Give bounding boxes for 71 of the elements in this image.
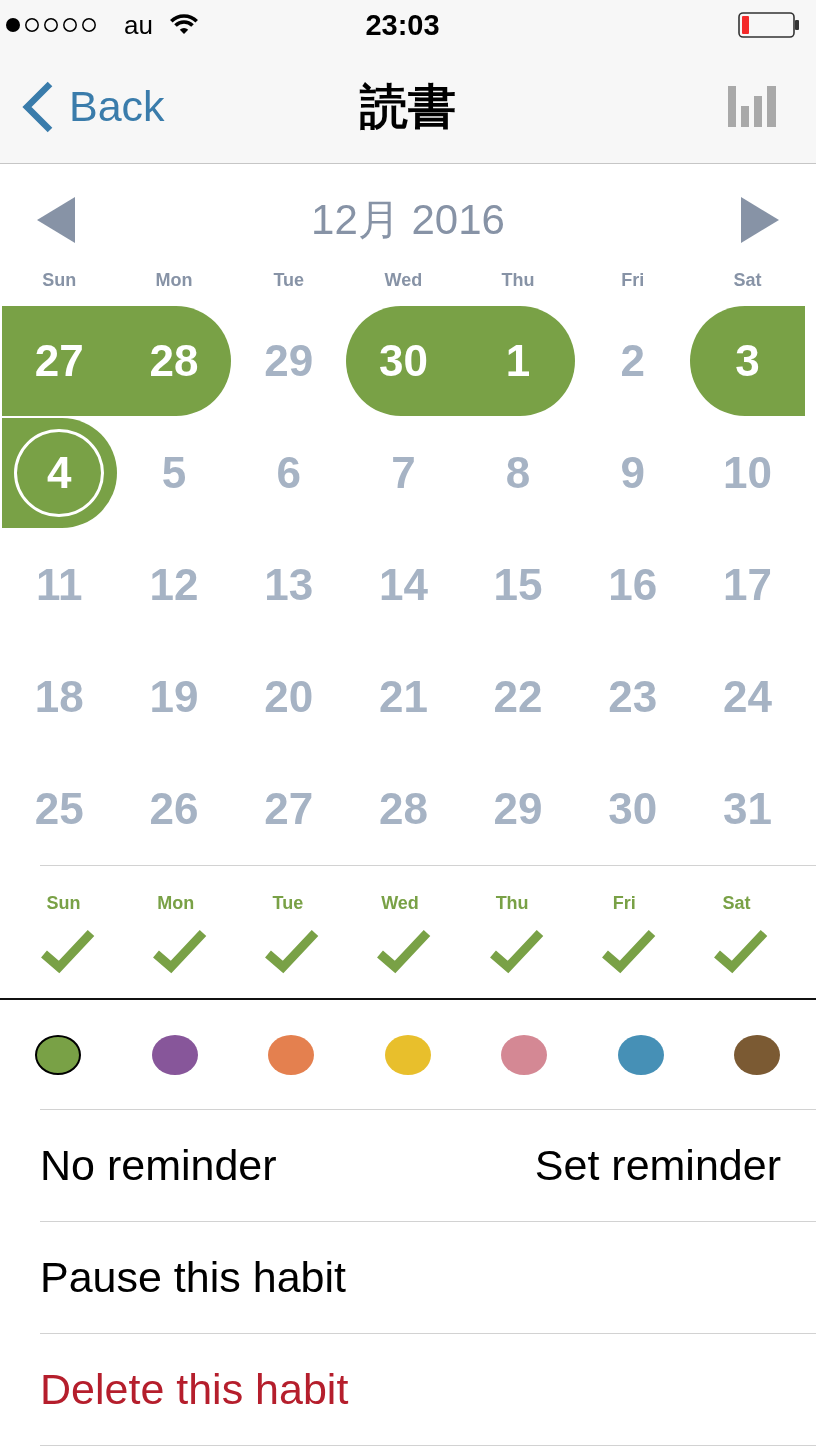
battery-icon bbox=[738, 12, 800, 38]
calendar-day[interactable]: 19 bbox=[116, 642, 232, 752]
calendar-day[interactable]: 4 bbox=[2, 418, 117, 528]
color-swatch-icon[interactable] bbox=[35, 1034, 82, 1075]
delete-action-button[interactable]: Delete this habit bbox=[40, 1365, 349, 1414]
color-swatch-icon[interactable] bbox=[617, 1034, 664, 1075]
menu-action-button[interactable]: Pause this habit bbox=[40, 1253, 346, 1302]
calendar-day[interactable]: 9 bbox=[575, 418, 691, 528]
back-button[interactable]: Back bbox=[20, 80, 165, 133]
weekday-header-label: Sun bbox=[42, 269, 77, 291]
calendar-day[interactable]: 28 bbox=[346, 754, 461, 864]
nav-title: 読書 bbox=[360, 76, 456, 136]
color-swatch-icon[interactable] bbox=[384, 1034, 431, 1075]
triangle-right-icon[interactable] bbox=[741, 197, 779, 243]
calendar-day[interactable]: 31 bbox=[690, 754, 805, 864]
month-title: 12月 2016 bbox=[311, 195, 505, 245]
calendar-day[interactable]: 26 bbox=[116, 754, 232, 864]
calendar-day[interactable]: 8 bbox=[460, 418, 576, 528]
carrier-name: au bbox=[124, 9, 153, 41]
calendar-day[interactable]: 25 bbox=[2, 754, 117, 864]
calendar-day[interactable]: 3 bbox=[690, 306, 805, 416]
weekday-header-label: Sat bbox=[733, 269, 762, 291]
calendar-day[interactable]: 14 bbox=[346, 530, 461, 640]
wifi-icon bbox=[168, 14, 199, 36]
calendar-day[interactable]: 27 bbox=[231, 754, 347, 864]
color-swatch-icon[interactable] bbox=[268, 1034, 315, 1075]
calendar-day[interactable]: 13 bbox=[231, 530, 347, 640]
calendar-day[interactable]: 18 bbox=[2, 642, 117, 752]
calendar-day[interactable]: 30 bbox=[346, 306, 461, 416]
calendar-day[interactable]: 6 bbox=[231, 418, 347, 528]
weekday-header-label: Thu bbox=[501, 269, 535, 291]
calendar-day[interactable]: 29 bbox=[460, 754, 576, 864]
calendar-day[interactable]: 29 bbox=[231, 306, 347, 416]
calendar-day[interactable]: 21 bbox=[346, 642, 461, 752]
weekday-toggle[interactable]: Thu bbox=[480, 893, 544, 975]
bar-chart-icon[interactable] bbox=[728, 86, 776, 127]
weekday-toggle[interactable]: Tue bbox=[256, 893, 320, 975]
weekday-toggle[interactable]: Wed bbox=[368, 893, 432, 975]
calendar-day[interactable]: 30 bbox=[575, 754, 691, 864]
color-swatch-icon[interactable] bbox=[501, 1034, 548, 1075]
weekday-header-label: Fri bbox=[621, 269, 645, 291]
calendar-day[interactable]: 2 bbox=[575, 306, 691, 416]
calendar-day[interactable]: 17 bbox=[690, 530, 805, 640]
set-reminder-button[interactable]: Set reminder bbox=[534, 1141, 781, 1190]
calendar-day[interactable]: 12 bbox=[116, 530, 232, 640]
weekday-toggle[interactable]: Mon bbox=[144, 893, 208, 975]
calendar-day[interactable]: 27 bbox=[2, 306, 117, 416]
weekday-toggle[interactable]: Fri bbox=[592, 893, 656, 975]
weekday-toggle[interactable]: Sun bbox=[32, 893, 96, 975]
calendar-day[interactable]: 11 bbox=[2, 530, 117, 640]
calendar-day[interactable]: 10 bbox=[690, 418, 805, 528]
calendar-day[interactable]: 15 bbox=[460, 530, 576, 640]
calendar-day[interactable]: 5 bbox=[116, 418, 232, 528]
weekday-header-label: Tue bbox=[273, 269, 305, 291]
calendar-day[interactable]: 20 bbox=[231, 642, 347, 752]
calendar-day[interactable]: 24 bbox=[690, 642, 805, 752]
triangle-left-icon[interactable] bbox=[37, 197, 75, 243]
calendar-day[interactable]: 7 bbox=[346, 418, 461, 528]
calendar-day[interactable]: 1 bbox=[460, 306, 576, 416]
reminder-status: No reminder bbox=[40, 1141, 277, 1190]
weekday-toggle[interactable]: Sat bbox=[704, 893, 768, 975]
weekday-header-label: Mon bbox=[155, 269, 193, 291]
calendar-day[interactable]: 16 bbox=[575, 530, 691, 640]
calendar-day[interactable]: 28 bbox=[116, 306, 232, 416]
chevron-left-icon bbox=[20, 80, 54, 133]
weekday-header-label: Wed bbox=[384, 269, 423, 291]
color-swatch-icon[interactable] bbox=[734, 1034, 781, 1075]
color-swatch-icon[interactable] bbox=[151, 1034, 198, 1075]
status-time: 23:03 bbox=[365, 8, 440, 42]
calendar-day[interactable]: 23 bbox=[575, 642, 691, 752]
calendar-day[interactable]: 22 bbox=[460, 642, 576, 752]
